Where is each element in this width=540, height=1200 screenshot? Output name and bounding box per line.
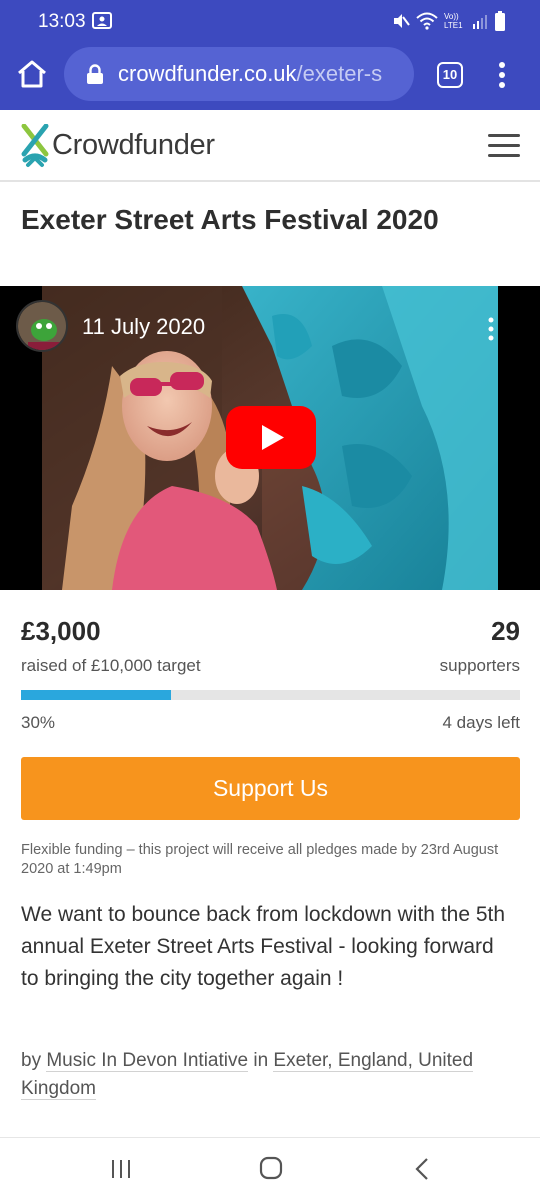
home-icon[interactable] [16, 59, 48, 89]
android-home-icon[interactable] [259, 1156, 283, 1180]
tab-count: 10 [442, 67, 458, 82]
network-label: Vo)) LTE1 [444, 12, 463, 30]
funding-progress-fill [21, 690, 171, 700]
funding-progress-bar [21, 690, 520, 700]
status-icons: Vo)) LTE1 [392, 10, 506, 32]
flexible-funding-note: Flexible funding – this project will rec… [21, 842, 499, 877]
more-vert-icon[interactable] [494, 60, 510, 90]
project-byline: by Music In Devon Intiative in Exeter, E… [21, 1047, 521, 1103]
percent-funded: 30% [21, 713, 56, 732]
back-icon[interactable] [414, 1157, 430, 1181]
browser-top-bar: 13:03 Vo)) LTE1 crowdfunder.co.uk/exeter… [0, 0, 540, 110]
tabs-icon[interactable]: 10 [437, 62, 463, 88]
page-title: Exeter Street Arts Festival 2020 [21, 204, 439, 235]
hamburger-menu-icon[interactable] [488, 134, 520, 158]
crowdfunder-logo-icon[interactable] [20, 124, 50, 168]
mute-icon [394, 14, 410, 28]
in-word: in [253, 1050, 269, 1071]
battery-icon [495, 11, 505, 31]
wifi-icon [416, 12, 438, 30]
url-bar[interactable]: crowdfunder.co.uk/exeter-s [64, 47, 414, 101]
supporters-count: 29 [491, 616, 520, 646]
days-left: 4 days left [442, 713, 521, 732]
by-word: by [21, 1050, 42, 1071]
site-header: Crowdfunder [0, 110, 540, 182]
owner-link[interactable]: Music In Devon Intiative [46, 1050, 249, 1072]
signal-icon [473, 15, 487, 29]
address-bar-row: crowdfunder.co.uk/exeter-s 10 [0, 44, 540, 106]
recents-icon[interactable] [110, 1158, 132, 1180]
status-bar: 13:03 Vo)) LTE1 [0, 0, 540, 42]
channel-avatar[interactable] [16, 300, 68, 352]
play-icon[interactable] [226, 406, 316, 469]
video-title: 11 July 2020 [82, 314, 206, 339]
notification-icon [92, 12, 112, 29]
project-description: We want to bounce back from lockdown wit… [21, 903, 506, 990]
more-vert-icon[interactable] [486, 316, 496, 342]
logo-text[interactable]: Crowdfunder [52, 129, 215, 162]
supporters-label: supporters [439, 656, 520, 675]
amount-raised: £3,000 [21, 616, 101, 646]
status-time: 13:03 [38, 11, 86, 32]
url-text: crowdfunder.co.uk/exeter-s [118, 61, 382, 87]
support-us-button[interactable]: Support Us [21, 757, 520, 820]
video-player[interactable]: 11 July 2020 [0, 286, 540, 590]
url-path: /exeter-s [296, 61, 383, 86]
lock-icon [87, 64, 103, 84]
raised-label: raised of £10,000 target [21, 656, 201, 675]
android-nav-bar [0, 1137, 540, 1200]
url-domain: crowdfunder.co.uk [118, 61, 297, 86]
